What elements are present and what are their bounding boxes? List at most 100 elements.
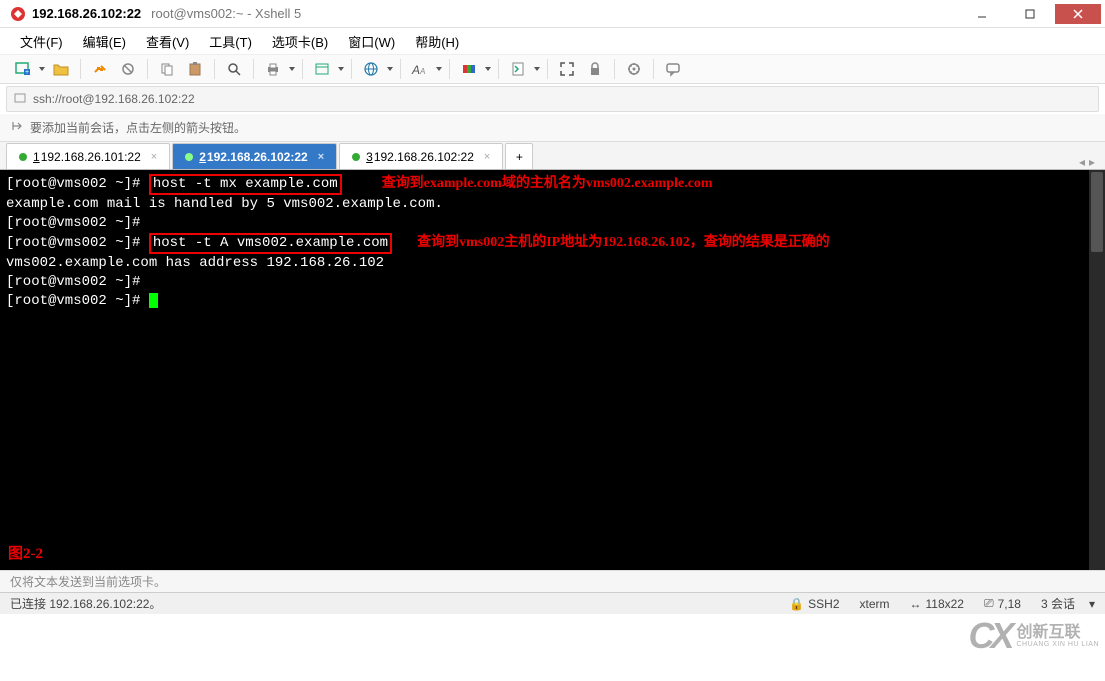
settings-button[interactable]	[621, 57, 647, 81]
size-icon: ↔	[910, 597, 922, 611]
toolbar-separator	[80, 59, 81, 79]
address-url: ssh://root@192.168.26.102:22	[33, 92, 195, 106]
hint-text: 要添加当前会话，点击左侧的箭头按钮。	[30, 119, 246, 136]
print-dropdown[interactable]	[288, 57, 296, 81]
add-tab-button[interactable]: +	[505, 143, 533, 169]
menu-view[interactable]: 查看(V)	[138, 30, 197, 53]
menu-help[interactable]: 帮助(H)	[407, 30, 467, 53]
globe-dropdown[interactable]	[386, 57, 394, 81]
find-button[interactable]	[221, 57, 247, 81]
status-term: xterm	[860, 597, 890, 611]
toolbar-separator	[147, 59, 148, 79]
close-button[interactable]	[1055, 4, 1101, 24]
status-dot-icon	[19, 153, 27, 161]
status-sessions: 3 会话	[1041, 595, 1075, 612]
tab-number: 3	[366, 150, 373, 164]
terminal[interactable]: [root@vms002 ~]# host -t mx example.com 查…	[0, 170, 1105, 570]
prompt: [root@vms002 ~]#	[6, 176, 140, 192]
reconnect-button[interactable]	[87, 57, 113, 81]
tab-next-icon[interactable]: ▸	[1089, 155, 1095, 169]
session-tab-2[interactable]: 2 192.168.26.102:22 ×	[172, 143, 337, 169]
lock-icon: 🔒	[789, 597, 804, 611]
paste-button[interactable]	[182, 57, 208, 81]
svg-text:A: A	[419, 67, 425, 76]
titlebar: 192.168.26.102:22 root@vms002:~ - Xshell…	[0, 0, 1105, 28]
command-2: host -t A vms002.example.com	[149, 233, 392, 254]
dropdown-icon[interactable]: ▾	[1089, 597, 1095, 611]
toolbar: + AA	[0, 54, 1105, 84]
copy-button[interactable]	[154, 57, 180, 81]
session-tab-3[interactable]: 3 192.168.26.102:22 ×	[339, 143, 503, 169]
app-icon	[10, 6, 26, 22]
font-button[interactable]: AA	[407, 57, 433, 81]
output-1: example.com mail is handled by 5 vms002.…	[6, 195, 1099, 214]
annotation-1: 查询到example.com域的主机名为vms002.example.com	[382, 176, 713, 191]
toolbar-separator	[498, 59, 499, 79]
status-protocol: 🔒SSH2	[789, 597, 839, 611]
tab-close-icon[interactable]: ×	[318, 151, 324, 163]
properties-button[interactable]	[309, 57, 335, 81]
print-button[interactable]	[260, 57, 286, 81]
grid-icon: ⎚	[984, 596, 994, 611]
watermark-en: CHUANG XIN HU LIAN	[1016, 641, 1099, 648]
prompt: [root@vms002 ~]#	[6, 273, 1099, 292]
svg-text:A: A	[411, 63, 420, 77]
script-button[interactable]	[505, 57, 531, 81]
fullscreen-button[interactable]	[554, 57, 580, 81]
svg-text:+: +	[25, 69, 29, 76]
color-scheme-button[interactable]	[456, 57, 482, 81]
menu-edit[interactable]: 编辑(E)	[75, 30, 134, 53]
send-hint: 仅将文本发送到当前选项卡。	[0, 570, 1105, 592]
figure-label: 图2-2	[8, 545, 43, 564]
tab-label: 192.168.26.102:22	[374, 150, 474, 164]
new-session-dropdown[interactable]	[38, 57, 46, 81]
cursor	[149, 293, 158, 308]
address-bar[interactable]: ssh://root@192.168.26.102:22	[6, 86, 1099, 112]
status-size: ↔118x22	[910, 597, 964, 611]
new-session-button[interactable]: +	[10, 57, 36, 81]
statusbar: 已连接 192.168.26.102:22。 🔒SSH2 xterm ↔118x…	[0, 592, 1105, 614]
scrollbar-vertical[interactable]	[1089, 170, 1105, 570]
font-dropdown[interactable]	[435, 57, 443, 81]
toolbar-separator	[253, 59, 254, 79]
tab-prev-icon[interactable]: ◂	[1079, 155, 1085, 169]
tab-number: 2	[199, 150, 206, 164]
title-main: 192.168.26.102:22	[32, 6, 141, 21]
menu-tools[interactable]: 工具(T)	[201, 30, 260, 53]
tab-strip: 1 192.168.26.101:22 × 2 192.168.26.102:2…	[0, 142, 1105, 170]
toolbar-separator	[449, 59, 450, 79]
prompt: [root@vms002 ~]#	[6, 235, 140, 251]
command-1: host -t mx example.com	[149, 174, 342, 195]
script-dropdown[interactable]	[533, 57, 541, 81]
status-connection: 已连接 192.168.26.102:22。	[10, 595, 161, 612]
color-dropdown[interactable]	[484, 57, 492, 81]
minimize-button[interactable]	[959, 4, 1005, 24]
properties-dropdown[interactable]	[337, 57, 345, 81]
session-tab-1[interactable]: 1 192.168.26.101:22 ×	[6, 143, 170, 169]
output-2: vms002.example.com has address 192.168.2…	[6, 254, 1099, 273]
disconnect-button[interactable]	[115, 57, 141, 81]
menu-file[interactable]: 文件(F)	[12, 30, 71, 53]
tab-nav: ◂ ▸	[1079, 155, 1105, 169]
status-dot-icon	[185, 153, 193, 161]
toolbar-separator	[400, 59, 401, 79]
send-hint-text: 仅将文本发送到当前选项卡。	[10, 573, 166, 590]
hint-arrow-icon[interactable]	[10, 119, 24, 136]
watermark: CX 创新互联 CHUANG XIN HU LIAN	[968, 615, 1099, 657]
globe-button[interactable]	[358, 57, 384, 81]
maximize-button[interactable]	[1007, 4, 1053, 24]
menu-window[interactable]: 窗口(W)	[340, 30, 403, 53]
lock-button[interactable]	[582, 57, 608, 81]
toolbar-separator	[614, 59, 615, 79]
annotation-2: 查询到vms002主机的IP地址为192.168.26.102，查询的结果是正确…	[417, 235, 830, 250]
tab-label: 192.168.26.102:22	[207, 150, 308, 164]
scrollbar-thumb[interactable]	[1091, 172, 1103, 252]
tab-close-icon[interactable]: ×	[151, 151, 157, 163]
open-button[interactable]	[48, 57, 74, 81]
status-position: ⎚7,18	[984, 596, 1021, 611]
prompt: [root@vms002 ~]#	[6, 293, 140, 309]
title-sub: root@vms002:~ - Xshell 5	[151, 6, 301, 21]
menu-tabs[interactable]: 选项卡(B)	[264, 30, 336, 53]
tab-close-icon[interactable]: ×	[484, 151, 490, 163]
chat-button[interactable]	[660, 57, 686, 81]
